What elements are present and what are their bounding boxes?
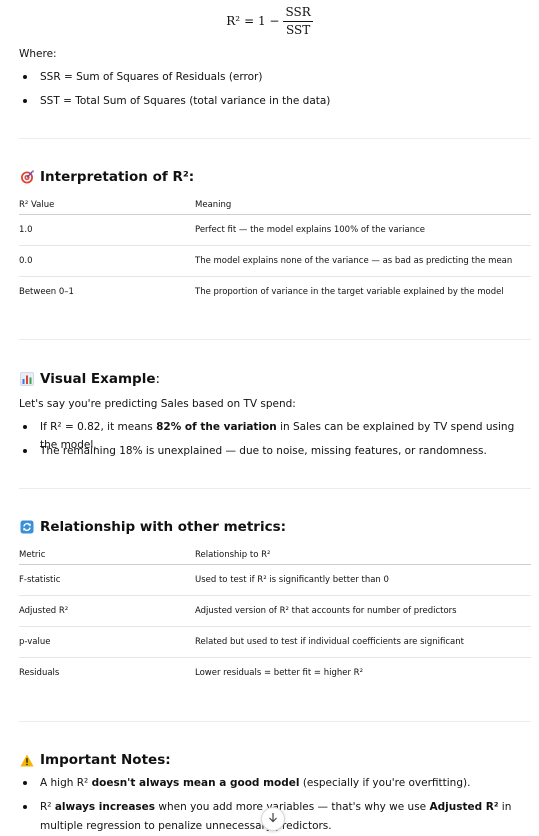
important-notes-title: Important Notes: xyxy=(40,752,171,768)
example-text: The remaining 18% is unexplained — due t… xyxy=(40,445,487,457)
table-header-cell: Meaning xyxy=(195,199,232,210)
table-cell: Lower residuals = better fit = higher R² xyxy=(195,668,363,678)
table-row: 1.0 Perfect fit — the model explains 100… xyxy=(19,215,531,246)
table-cell: Perfect fit — the model explains 100% of… xyxy=(195,225,425,235)
table-row: F-statistic Used to test if R² is signif… xyxy=(19,565,531,596)
interpretation-heading: Interpretation of R²: xyxy=(19,167,194,187)
chat-response: R² = 1 − SSR SST Where: SSR = Sum of Squ… xyxy=(0,0,539,836)
definition-text: SST = Total Sum of Squares (total varian… xyxy=(40,95,331,107)
warning-icon xyxy=(19,753,34,768)
interpretation-title: Interpretation of R²: xyxy=(40,169,195,185)
formula-denominator: SST xyxy=(286,22,311,37)
bullet-icon xyxy=(19,92,27,110)
formula-fraction: SSR SST xyxy=(283,5,313,37)
visual-example-heading: Visual Example: xyxy=(19,369,160,389)
note-item: A high R² doesn't always mean a good mod… xyxy=(19,774,529,792)
r-squared-formula: R² = 1 − SSR SST xyxy=(0,0,539,42)
bullet-icon xyxy=(19,774,27,792)
definition-text: SSR = Sum of Squares of Residuals (error… xyxy=(40,71,263,83)
relationship-title: Relationship with other metrics: xyxy=(40,519,287,535)
formula-lhs: R² xyxy=(226,14,241,28)
table-header-cell: Relationship to R² xyxy=(195,549,271,560)
scroll-down-button[interactable] xyxy=(261,807,285,831)
table-cell: p-value xyxy=(19,637,51,647)
table-header-row: R² Value Meaning xyxy=(19,195,531,215)
bullet-icon xyxy=(19,798,27,836)
table-header-cell: Metric xyxy=(19,549,46,560)
arrows-cycle-icon xyxy=(19,520,34,535)
note-text-part: A high R² xyxy=(40,777,92,789)
table-cell: Adjusted R² xyxy=(19,606,69,616)
table-row: 0.0 The model explains none of the varia… xyxy=(19,246,531,277)
table-cell: Residuals xyxy=(19,668,60,678)
table-row: Adjusted R² Adjusted version of R² that … xyxy=(19,596,531,627)
table-cell: F-statistic xyxy=(19,575,61,585)
note-text-part: (especially if you're overfitting). xyxy=(299,777,471,789)
table-header-row: Metric Relationship to R² xyxy=(19,545,531,565)
table-header-cell: R² Value xyxy=(19,199,55,210)
formula-numerator: SSR xyxy=(283,5,313,22)
table-cell: Related but used to test if individual c… xyxy=(195,637,464,647)
bar-chart-icon xyxy=(19,372,34,387)
bullet-icon xyxy=(19,442,27,460)
note-text-bold: Adjusted R² xyxy=(429,801,499,813)
important-notes-heading: Important Notes: xyxy=(19,750,171,770)
example-text-bold: 82% of the variation xyxy=(156,421,277,433)
interpretation-table: R² Value Meaning 1.0 Perfect fit — the m… xyxy=(19,195,531,307)
bullet-icon xyxy=(19,68,27,86)
visual-example-title: Visual Example xyxy=(40,371,156,387)
table-cell: 1.0 xyxy=(19,225,33,235)
formula-equals: = 1 − xyxy=(244,14,280,28)
example-text-part: If R² = 0.82, it means xyxy=(40,421,157,433)
section-divider xyxy=(19,138,531,139)
table-cell: Adjusted version of R² that accounts for… xyxy=(195,606,457,616)
visual-example-colon: : xyxy=(155,371,161,387)
table-cell: Between 0–1 xyxy=(19,287,74,297)
table-cell: The proportion of variance in the target… xyxy=(195,287,504,297)
example-item: The remaining 18% is unexplained — due t… xyxy=(19,442,529,460)
table-cell: 0.0 xyxy=(19,256,33,266)
visual-intro: Let's say you're predicting Sales based … xyxy=(19,398,296,410)
target-icon xyxy=(19,170,34,185)
relationship-heading: Relationship with other metrics: xyxy=(19,517,286,537)
section-divider xyxy=(19,339,531,340)
section-divider xyxy=(19,721,531,722)
arrow-down-icon xyxy=(268,812,278,826)
table-row: p-value Related but used to test if indi… xyxy=(19,627,531,658)
note-text-bold: always increases xyxy=(54,801,156,813)
table-row: Between 0–1 The proportion of variance i… xyxy=(19,277,531,307)
where-label: Where: xyxy=(19,48,57,60)
relationship-table: Metric Relationship to R² F-statistic Us… xyxy=(19,545,531,688)
note-text-part: R² xyxy=(40,801,55,813)
note-text-bold: doesn't always mean a good model xyxy=(91,777,300,789)
table-row: Residuals Lower residuals = better fit =… xyxy=(19,658,531,688)
table-cell: The model explains none of the variance … xyxy=(195,256,513,266)
section-divider xyxy=(19,488,531,489)
definition-item: SSR = Sum of Squares of Residuals (error… xyxy=(19,68,529,86)
table-cell: Used to test if R² is significantly bett… xyxy=(195,575,389,585)
note-text-part: when you add more variables — that's why… xyxy=(155,801,430,813)
note-text: A high R² doesn't always mean a good mod… xyxy=(40,774,470,792)
definition-item: SST = Total Sum of Squares (total varian… xyxy=(19,92,529,110)
